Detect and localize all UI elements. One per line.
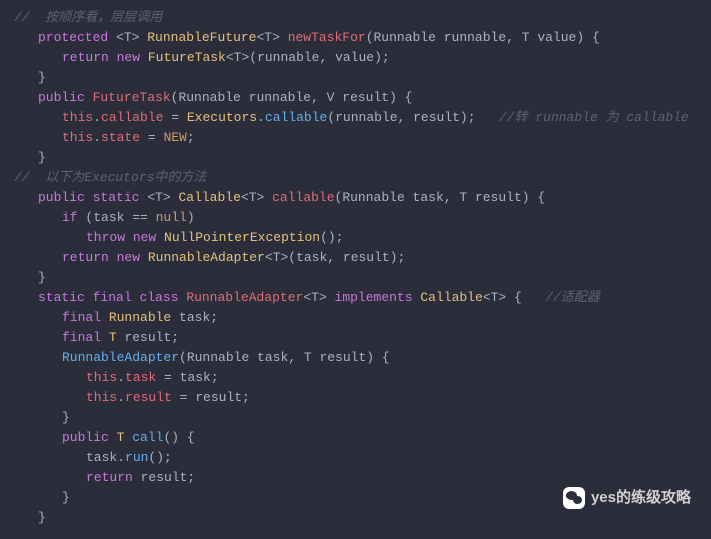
wechat-icon xyxy=(563,487,585,509)
code-line: } xyxy=(14,68,697,88)
code-line: } xyxy=(14,408,697,428)
code-line: } xyxy=(14,148,697,168)
code-line: if (task == null) xyxy=(14,208,697,228)
code-line: final T result; xyxy=(14,328,697,348)
watermark-text: yes的练级攻略 xyxy=(591,488,691,508)
code-line: final Runnable task; xyxy=(14,308,697,328)
comment: // 按顺序看，层层调用 xyxy=(14,10,162,25)
code-block: // 按顺序看，层层调用 protected <T> RunnableFutur… xyxy=(14,8,697,528)
code-line: static final class RunnableAdapter<T> im… xyxy=(14,288,697,308)
code-line: this.state = NEW; xyxy=(14,128,697,148)
code-line: protected <T> RunnableFuture<T> newTaskF… xyxy=(14,28,697,48)
code-line: this.task = task; xyxy=(14,368,697,388)
code-line: return result; xyxy=(14,468,697,488)
code-line: return new RunnableAdapter<T>(task, resu… xyxy=(14,248,697,268)
code-line: return new FutureTask<T>(runnable, value… xyxy=(14,48,697,68)
code-line: task.run(); xyxy=(14,448,697,468)
code-line: throw new NullPointerException(); xyxy=(14,228,697,248)
code-line: // 以下为Executors中的方法 xyxy=(14,168,697,188)
watermark: yes的练级攻略 xyxy=(563,487,691,509)
code-line: public T call() { xyxy=(14,428,697,448)
code-line: public static <T> Callable<T> callable(R… xyxy=(14,188,697,208)
code-line: RunnableAdapter(Runnable task, T result)… xyxy=(14,348,697,368)
code-line: public FutureTask(Runnable runnable, V r… xyxy=(14,88,697,108)
code-line: } xyxy=(14,268,697,288)
code-line: this.callable = Executors.callable(runna… xyxy=(14,108,697,128)
code-line: this.result = result; xyxy=(14,388,697,408)
code-line: } xyxy=(14,508,697,528)
code-line: // 按顺序看，层层调用 xyxy=(14,8,697,28)
